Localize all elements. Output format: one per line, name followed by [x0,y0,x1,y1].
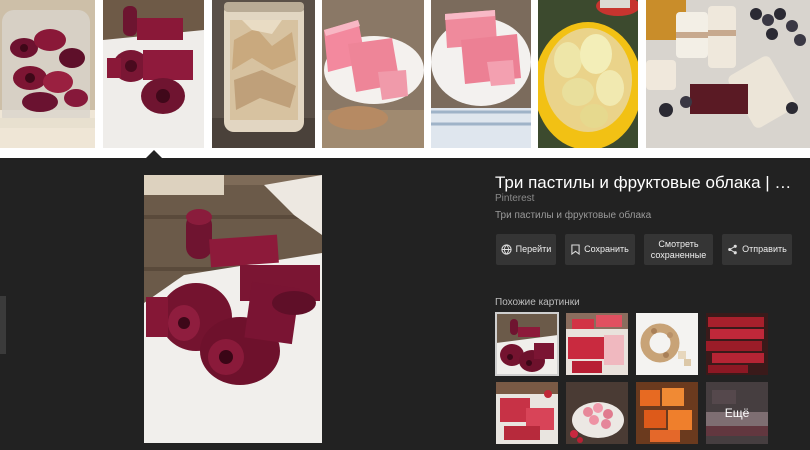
similar-image-graphic [706,313,768,375]
similar-image-berry-bowl[interactable] [566,382,628,444]
thumbnail-pink-pastila-squares[interactable] [431,0,531,148]
globe-icon [501,244,512,255]
preview-description: Три пастилы и фруктовые облака [495,210,652,221]
preview-title[interactable]: Три пастилы и фруктовые облака | … [495,173,800,193]
similar-image-graphic [496,313,558,375]
bookmark-icon [571,244,580,255]
visit-button-label: Перейти [515,244,552,254]
thumbnail-apple-chips-jar[interactable] [212,0,315,148]
similar-image-beet-rolls[interactable] [495,312,559,376]
similar-image-graphic [566,313,628,375]
similar-image-orange-jelly[interactable] [636,382,698,444]
thumbnail-apples-yellow-bowl[interactable] [538,0,638,148]
thumbnail-image [212,0,315,148]
more-overlay: Ещё [706,382,768,444]
thumbnail-jar-fruit-rolls[interactable] [0,0,95,148]
share-button-label: Отправить [742,244,787,254]
thumbnail-rolls-and-grapes[interactable] [646,0,810,148]
share-button[interactable]: Отправить [722,234,792,265]
similar-image-cookie-ring[interactable] [636,313,698,375]
previous-image-handle[interactable] [0,296,6,354]
thumbnail-image [431,0,531,148]
thumbnail-image [322,0,424,148]
visit-button[interactable]: Перейти [496,234,556,265]
view-saved-button[interactable]: Смотреть сохраненные [644,234,713,265]
thumbnail-image [646,0,810,148]
similar-image-graphic [496,382,558,444]
thumbnail-strip [0,0,810,150]
similar-image-red-bars[interactable] [706,313,768,375]
similar-image-red-board[interactable] [496,382,558,444]
similar-images-heading: Похожие картинки [495,297,580,308]
more-label: Ещё [724,406,750,420]
share-icon [728,244,737,255]
similar-image-red-sheets[interactable] [566,313,628,375]
more-similar-images-button[interactable]: Ещё [706,382,768,444]
save-button-label: Сохранить [584,244,629,254]
thumbnail-image [538,0,638,148]
preview-source[interactable]: Pinterest [495,193,534,204]
image-preview-panel: Три пастилы и фруктовые облака | … Pinte… [0,158,810,450]
view-saved-button-label: Смотреть сохраненные [650,238,707,260]
main-image-graphic [144,175,322,443]
similar-image-graphic [566,382,628,444]
main-preview-image[interactable] [144,175,322,443]
similar-image-graphic [636,382,698,444]
thumbnail-image [103,0,204,148]
thumbnail-pink-pastila-plate[interactable] [322,0,424,148]
save-button[interactable]: Сохранить [565,234,635,265]
thumbnail-image [0,0,95,148]
similar-image-graphic [636,313,698,375]
thumbnail-beet-rolls[interactable] [103,0,204,148]
